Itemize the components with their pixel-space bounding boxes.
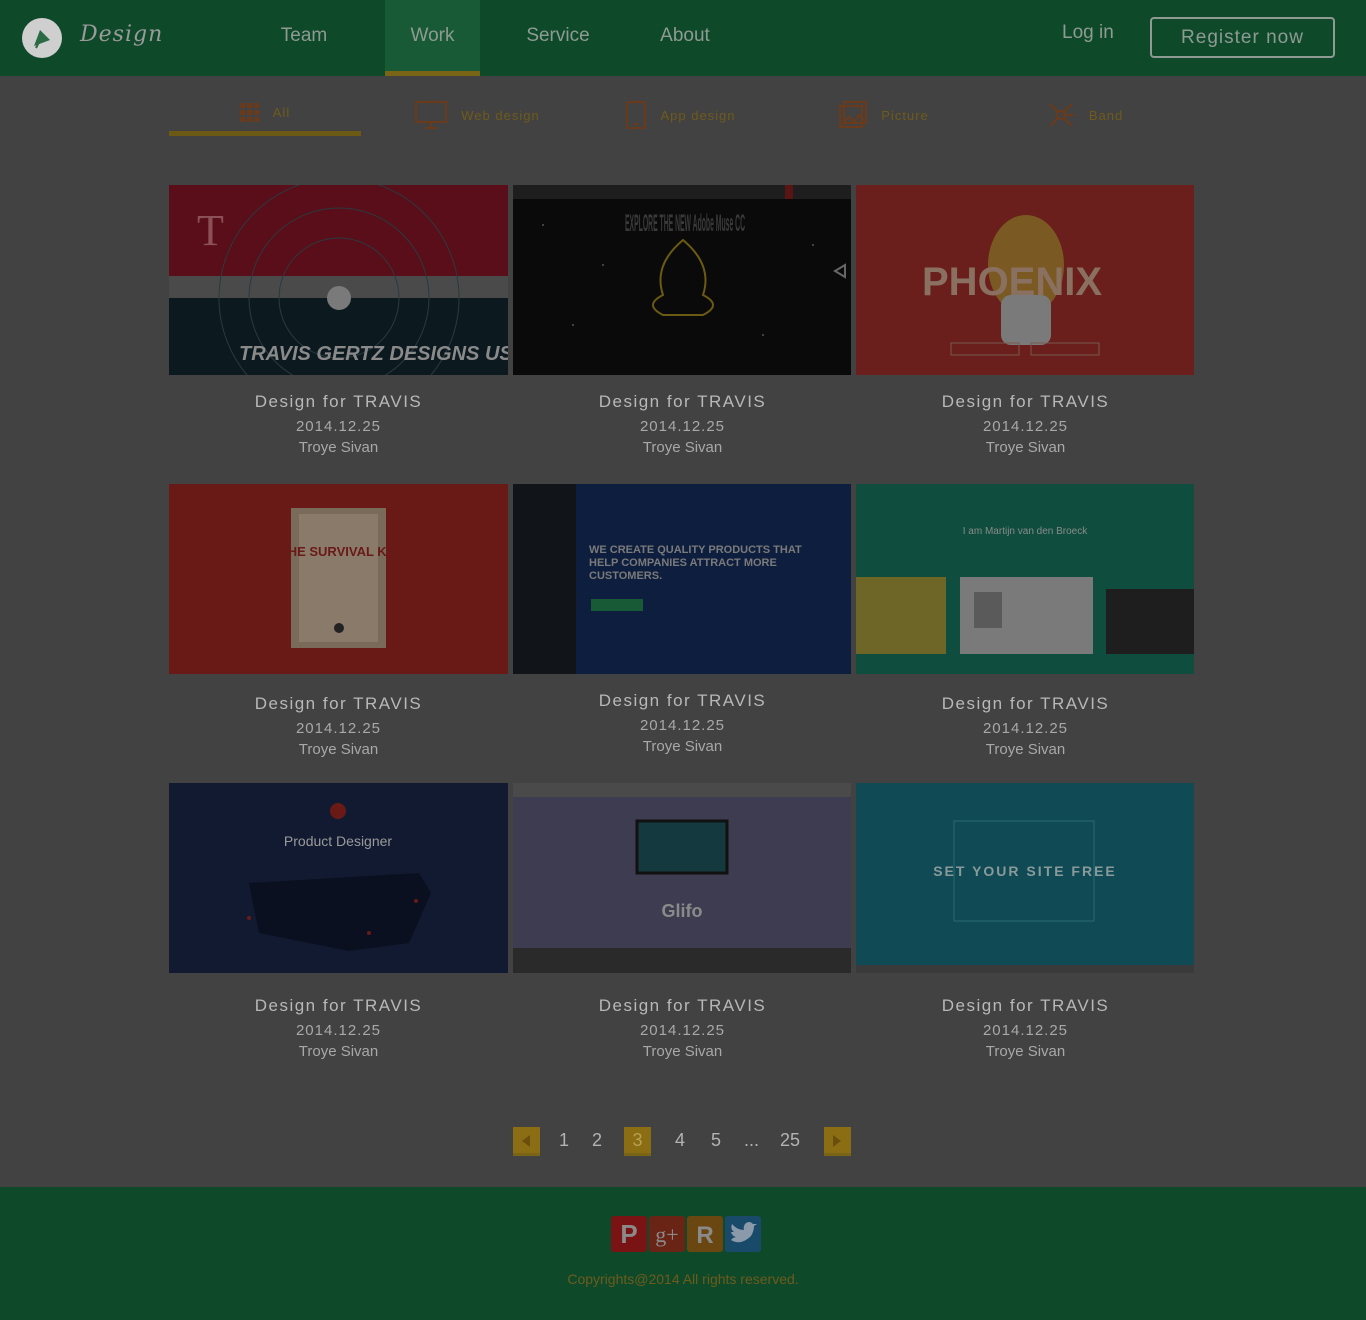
card-thumbnail[interactable]: THE SURVIVAL KIT	[169, 484, 508, 674]
grid-icon	[239, 103, 259, 122]
card-date: 2014.12.25	[982, 418, 1069, 435]
page-ellipsis: ...	[744, 1130, 760, 1150]
renren-icon[interactable]: R	[687, 1216, 723, 1252]
card-date: 2014.12.25	[295, 1022, 382, 1039]
card-thumbnail[interactable]: Product Designer	[169, 783, 508, 973]
twitter-icon[interactable]	[725, 1216, 761, 1252]
nav-work[interactable]: Work	[385, 0, 480, 76]
nav-service[interactable]: Service	[514, 0, 602, 76]
tab-web-design[interactable]: Web design	[405, 94, 550, 136]
page-5[interactable]: 5	[711, 1130, 721, 1151]
tab-picture[interactable]: Picture	[830, 94, 938, 136]
card-title[interactable]: Design for TRAVIS	[513, 392, 852, 412]
card-title[interactable]: Design for TRAVIS	[169, 392, 508, 412]
brand-name[interactable]: Design	[80, 22, 163, 47]
card-title[interactable]: Design for TRAVIS	[856, 392, 1195, 412]
card-author: Troye Sivan	[642, 439, 723, 456]
top-navbar: Design Team Work Service About Log in Re…	[0, 0, 1366, 76]
thumb-text: PHOENIX	[922, 260, 1102, 304]
card-author: Troye Sivan	[985, 1043, 1066, 1060]
card-date: 2014.12.25	[639, 418, 726, 435]
nav-team[interactable]: Team	[262, 0, 346, 76]
card-title[interactable]: Design for TRAVIS	[169, 694, 508, 714]
thumb-text: TRAVIS GERTZ DESIGNS USER	[239, 343, 508, 365]
card-author: Troye Sivan	[642, 738, 723, 755]
card-thumbnail[interactable]: SET YOUR SITE FREE	[856, 783, 1195, 973]
arrow-right-icon	[833, 1135, 841, 1147]
card-thumbnail[interactable]: WE CREATE QUALITY PRODUCTS THAT HELP COM…	[513, 484, 852, 674]
page-1[interactable]: 1	[559, 1130, 569, 1151]
thumb-text: THE SURVIVAL KIT	[280, 544, 399, 559]
card-title[interactable]: Design for TRAVIS	[513, 691, 852, 711]
prev-page-button[interactable]	[513, 1127, 540, 1156]
page-2[interactable]: 2	[592, 1130, 602, 1151]
thumb-text: EXPLORE THE NEW Adobe Muse CC	[625, 210, 745, 237]
thumb-text: Glifo	[662, 901, 703, 921]
thumb-text: WE CREATE QUALITY PRODUCTS THAT HELP COM…	[589, 544, 802, 582]
nav-about[interactable]: About	[645, 0, 725, 76]
card-title[interactable]: Design for TRAVIS	[856, 996, 1195, 1016]
tab-band-label: Band	[1088, 107, 1124, 123]
tab-picture-label: Picture	[881, 107, 929, 123]
thumb-text: SET YOUR SITE FREE	[933, 863, 1117, 879]
login-link[interactable]: Log in	[1062, 22, 1114, 44]
page-4[interactable]: 4	[675, 1130, 685, 1151]
svg-text:R: R	[696, 1222, 713, 1249]
card-thumbnail[interactable]: EXPLORE THE NEW Adobe Muse CC	[513, 185, 852, 375]
tab-band[interactable]: Band	[1042, 94, 1128, 136]
footer: P g+ R Copyrights@2014 All rights reserv…	[0, 1187, 1366, 1320]
card-title[interactable]: Design for TRAVIS	[513, 996, 852, 1016]
picture-icon	[839, 101, 868, 128]
next-page-button[interactable]	[824, 1127, 851, 1156]
copyright-text: Copyrights@2014 All rights reserved.	[567, 1271, 799, 1287]
card-author: Troye Sivan	[642, 1043, 723, 1060]
logo-icon[interactable]	[22, 18, 62, 58]
page-25[interactable]: 25	[780, 1130, 800, 1151]
card-date: 2014.12.25	[982, 720, 1069, 737]
card-author: Troye Sivan	[985, 439, 1066, 456]
register-button[interactable]: Register now	[1150, 17, 1335, 58]
card-author: Troye Sivan	[298, 439, 379, 456]
tab-app-design[interactable]: App design	[616, 94, 746, 136]
monitor-icon	[415, 101, 448, 129]
network-icon	[1049, 103, 1074, 127]
card-thumbnail[interactable]: PHOENIX	[856, 185, 1195, 375]
card-author: Troye Sivan	[985, 741, 1066, 758]
tab-all[interactable]: All	[169, 94, 361, 136]
thumb-text: Product Designer	[284, 833, 393, 849]
phone-icon	[626, 101, 647, 129]
tab-all-label: All	[272, 105, 291, 120]
card-title[interactable]: Design for TRAVIS	[169, 996, 508, 1016]
svg-text:T: T	[197, 206, 224, 255]
pinterest-icon[interactable]: P	[611, 1216, 647, 1252]
card-thumbnail[interactable]: I am Martijn van den Broeck	[856, 484, 1195, 674]
card-thumbnail[interactable]: T TRAVIS GERTZ DESIGNS USER	[169, 185, 508, 375]
svg-text:P: P	[620, 1219, 637, 1249]
card-thumbnail[interactable]: Glifo	[513, 783, 852, 973]
card-date: 2014.12.25	[639, 1022, 726, 1039]
google-plus-icon[interactable]: g+	[649, 1216, 685, 1252]
card-date: 2014.12.25	[295, 720, 382, 737]
card-author: Troye Sivan	[298, 1043, 379, 1060]
arrow-left-icon	[522, 1135, 530, 1147]
thumb-text: I am Martijn van den Broeck	[963, 526, 1088, 537]
card-author: Troye Sivan	[298, 741, 379, 758]
card-date: 2014.12.25	[295, 418, 382, 435]
page-3-current[interactable]: 3	[624, 1127, 651, 1156]
card-title[interactable]: Design for TRAVIS	[856, 694, 1195, 714]
card-date: 2014.12.25	[982, 1022, 1069, 1039]
svg-text:g+: g+	[655, 1222, 678, 1247]
tab-app-design-label: App design	[660, 107, 736, 123]
card-date: 2014.12.25	[639, 717, 726, 734]
tab-web-design-label: Web design	[461, 107, 540, 123]
